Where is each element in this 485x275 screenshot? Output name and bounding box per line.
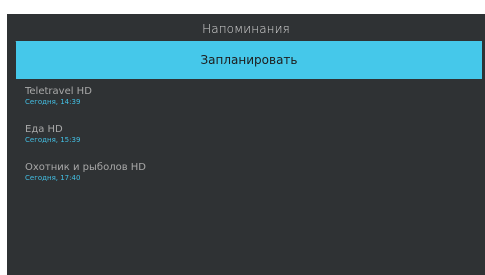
reminder-time: Сегодня, 17:40 bbox=[25, 174, 81, 182]
reminder-channel-name: Еда HD bbox=[25, 124, 63, 135]
reminder-item[interactable]: Teletravel HD Сегодня, 14:39 bbox=[25, 86, 465, 106]
schedule-button[interactable]: Запланировать bbox=[16, 41, 482, 79]
reminder-channel-name: Охотник и рыболов HD bbox=[25, 162, 146, 173]
reminder-item[interactable]: Охотник и рыболов HD Сегодня, 17:40 bbox=[25, 162, 465, 182]
page-title: Напоминания bbox=[202, 22, 290, 36]
reminder-time: Сегодня, 14:39 bbox=[25, 98, 81, 106]
reminders-screen: Напоминания Запланировать Teletravel HD … bbox=[7, 14, 485, 275]
reminder-item[interactable]: Еда HD Сегодня, 15:39 bbox=[25, 124, 465, 144]
reminder-time: Сегодня, 15:39 bbox=[25, 136, 81, 144]
reminder-channel-name: Teletravel HD bbox=[25, 86, 92, 97]
